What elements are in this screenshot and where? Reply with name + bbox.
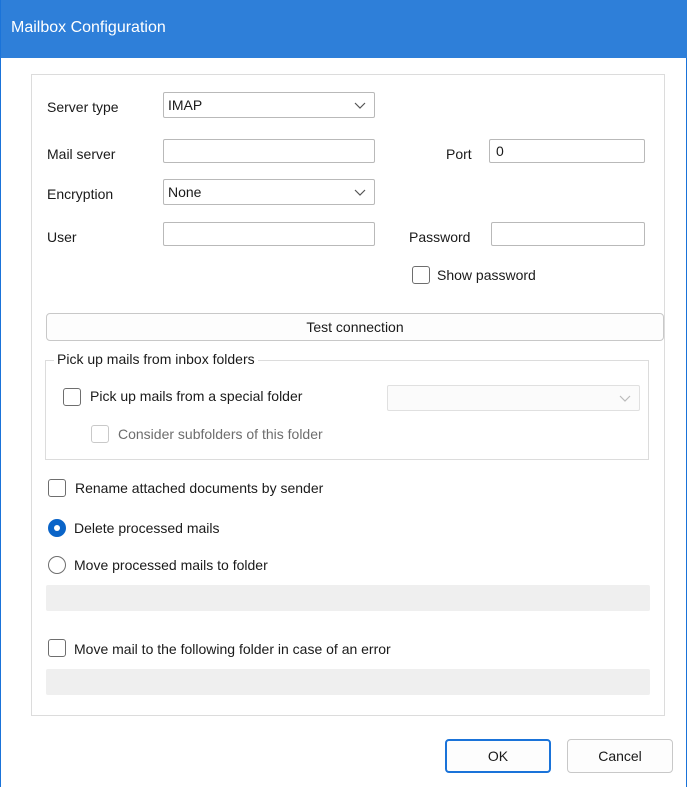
subfolders-label[interactable]: Consider subfolders of this folder xyxy=(118,426,323,442)
user-input[interactable] xyxy=(163,222,375,246)
mail-server-label: Mail server xyxy=(47,146,116,162)
cancel-label: Cancel xyxy=(598,748,642,764)
cancel-button[interactable]: Cancel xyxy=(567,739,673,773)
rename-attachments-label[interactable]: Rename attached documents by sender xyxy=(75,480,323,496)
test-connection-label: Test connection xyxy=(306,319,404,335)
move-processed-folder-field[interactable] xyxy=(46,585,650,611)
subfolders-checkbox[interactable] xyxy=(91,425,109,443)
port-input[interactable] xyxy=(489,139,645,163)
delete-processed-label[interactable]: Delete processed mails xyxy=(74,520,220,536)
settings-panel: Server type IMAP Mail server Port Encryp… xyxy=(31,74,665,716)
password-label: Password xyxy=(409,229,471,245)
move-processed-label[interactable]: Move processed mails to folder xyxy=(74,557,268,573)
encryption-label: Encryption xyxy=(47,186,114,202)
encryption-select[interactable]: None xyxy=(163,179,375,205)
title-bar[interactable]: Mailbox Configuration xyxy=(1,0,687,58)
mailbox-configuration-dialog: Mailbox Configuration Server type IMAP M… xyxy=(0,0,687,787)
test-connection-button[interactable]: Test connection xyxy=(46,313,664,341)
mail-server-input[interactable] xyxy=(163,139,375,163)
move-on-error-label[interactable]: Move mail to the following folder in cas… xyxy=(74,641,391,657)
port-label: Port xyxy=(446,146,472,162)
show-password-label[interactable]: Show password xyxy=(437,267,536,283)
chevron-down-icon xyxy=(354,102,366,109)
password-input[interactable] xyxy=(491,222,645,246)
server-type-value: IMAP xyxy=(168,97,203,113)
server-type-label: Server type xyxy=(47,99,119,115)
window-title: Mailbox Configuration xyxy=(11,19,166,36)
ok-label: OK xyxy=(487,748,509,764)
move-on-error-folder-field[interactable] xyxy=(46,669,650,695)
chevron-down-icon xyxy=(619,395,631,402)
delete-processed-radio[interactable] xyxy=(48,519,66,537)
move-processed-radio[interactable] xyxy=(48,556,66,574)
inbox-folders-legend: Pick up mails from inbox folders xyxy=(54,351,258,367)
move-on-error-checkbox[interactable] xyxy=(48,639,66,657)
server-type-select[interactable]: IMAP xyxy=(163,92,375,118)
special-folder-label[interactable]: Pick up mails from a special folder xyxy=(90,388,302,404)
ok-button[interactable]: OK xyxy=(445,739,551,773)
chevron-down-icon xyxy=(354,189,366,196)
rename-attachments-checkbox[interactable] xyxy=(48,479,66,497)
inbox-folders-group: Pick up mails from inbox folders Pick up… xyxy=(45,351,649,460)
encryption-value: None xyxy=(168,184,202,200)
user-label: User xyxy=(47,229,77,245)
special-folder-checkbox[interactable] xyxy=(63,388,81,406)
show-password-checkbox[interactable] xyxy=(412,266,430,284)
special-folder-select[interactable] xyxy=(387,385,640,411)
